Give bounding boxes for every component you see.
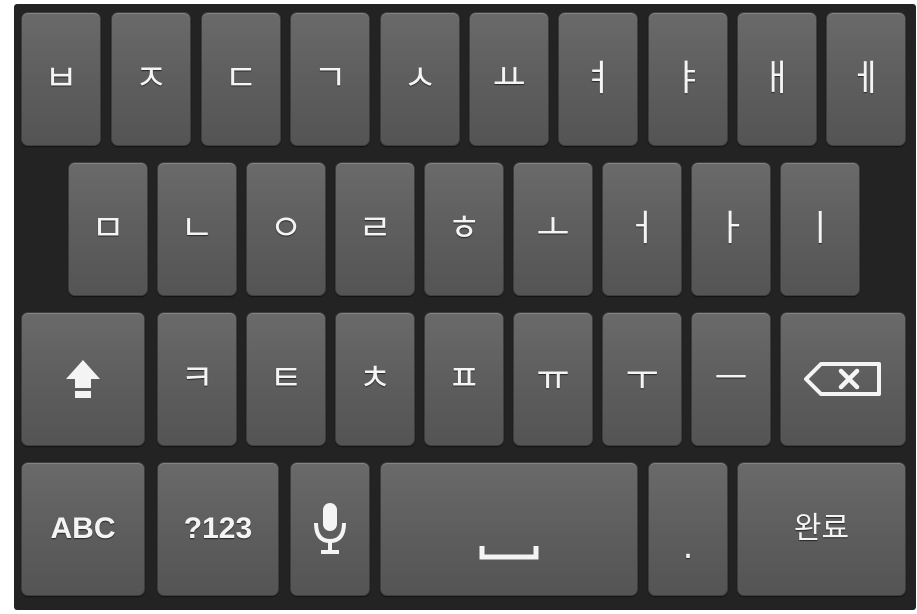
key-giyeok[interactable]: ㄱ bbox=[290, 12, 370, 146]
key-label: ㄹ bbox=[358, 208, 392, 249]
abc-key[interactable]: ABC bbox=[21, 462, 145, 596]
key-kieuk[interactable]: ㅋ bbox=[157, 312, 237, 446]
key-yeo[interactable]: ㅕ bbox=[558, 12, 638, 146]
key-label: ㅌ bbox=[269, 358, 303, 399]
done-label: 완료 bbox=[793, 511, 850, 546]
key-chieut[interactable]: ㅊ bbox=[335, 312, 415, 446]
done-button[interactable]: 완료 bbox=[737, 462, 906, 596]
key-a[interactable]: ㅏ bbox=[691, 162, 771, 296]
backspace-icon bbox=[803, 361, 883, 397]
key-hieut[interactable]: ㅎ bbox=[424, 162, 504, 296]
key-label: ㅏ bbox=[714, 208, 748, 249]
key-label: ㄱ bbox=[313, 58, 347, 99]
key-yu[interactable]: ㅠ bbox=[513, 312, 593, 446]
voice-input-key[interactable] bbox=[290, 462, 370, 596]
key-u[interactable]: ㅜ bbox=[602, 312, 682, 446]
key-label: ㅠ bbox=[536, 358, 570, 399]
key-label: ㅎ bbox=[447, 208, 481, 249]
key-label: ㅂ bbox=[44, 58, 78, 99]
key-eo[interactable]: ㅓ bbox=[602, 162, 682, 296]
period-key[interactable]: . bbox=[648, 462, 728, 596]
key-label: ㅕ bbox=[581, 58, 615, 99]
key-label: ㅊ bbox=[358, 358, 392, 399]
soft-keyboard: ㅂ ㅈ ㄷ ㄱ ㅅ ㅛ ㅕ ㅑ ㅐ ㅔ ㅁ ㄴ ㅇ ㄹ ㅎ ㅗ ㅓ ㅏ ㅣ ㅋ … bbox=[14, 4, 916, 610]
backspace-key[interactable] bbox=[780, 312, 906, 446]
abc-label: ABC bbox=[50, 512, 116, 545]
key-i[interactable]: ㅣ bbox=[780, 162, 860, 296]
key-label: ㅇ bbox=[269, 208, 303, 249]
key-e[interactable]: ㅔ bbox=[826, 12, 906, 146]
key-label: ㅣ bbox=[803, 208, 837, 249]
key-label: ㅍ bbox=[447, 358, 481, 399]
key-label: ㅔ bbox=[849, 58, 883, 99]
key-siot[interactable]: ㅅ bbox=[380, 12, 460, 146]
key-eu[interactable]: ㅡ bbox=[691, 312, 771, 446]
key-label: ㅜ bbox=[625, 358, 659, 399]
shift-arrow-icon bbox=[64, 358, 102, 400]
key-bieup[interactable]: ㅂ bbox=[21, 12, 101, 146]
key-nieun[interactable]: ㄴ bbox=[157, 162, 237, 296]
space-bar-icon bbox=[479, 544, 539, 560]
key-label: ㅑ bbox=[671, 58, 705, 99]
key-label: ㅡ bbox=[714, 358, 748, 399]
key-label: ㅓ bbox=[625, 208, 659, 249]
key-ae[interactable]: ㅐ bbox=[737, 12, 817, 146]
key-jieut[interactable]: ㅈ bbox=[111, 12, 191, 146]
key-rieul[interactable]: ㄹ bbox=[335, 162, 415, 296]
key-mieum[interactable]: ㅁ bbox=[68, 162, 148, 296]
key-yo[interactable]: ㅛ bbox=[469, 12, 549, 146]
space-key[interactable] bbox=[380, 462, 638, 596]
key-label: ㄴ bbox=[180, 208, 214, 249]
key-digeut[interactable]: ㄷ bbox=[201, 12, 281, 146]
key-tieut[interactable]: ㅌ bbox=[246, 312, 326, 446]
key-label: ㅁ bbox=[91, 208, 125, 249]
period-label: . bbox=[682, 527, 694, 567]
key-label: ㅅ bbox=[403, 58, 437, 99]
key-label: ㅈ bbox=[134, 58, 168, 99]
key-label: ㅛ bbox=[492, 58, 526, 99]
shift-key[interactable] bbox=[21, 312, 145, 446]
symbols-label: ?123 bbox=[183, 512, 253, 545]
key-label: ㅐ bbox=[760, 58, 794, 99]
key-pieup[interactable]: ㅍ bbox=[424, 312, 504, 446]
key-o[interactable]: ㅗ bbox=[513, 162, 593, 296]
symbols-key[interactable]: ?123 bbox=[157, 462, 279, 596]
key-label: ㅗ bbox=[536, 208, 570, 249]
key-ieung[interactable]: ㅇ bbox=[246, 162, 326, 296]
microphone-icon bbox=[310, 501, 350, 557]
key-label: ㄷ bbox=[224, 58, 258, 99]
key-label: ㅋ bbox=[180, 358, 214, 399]
key-ya[interactable]: ㅑ bbox=[648, 12, 728, 146]
